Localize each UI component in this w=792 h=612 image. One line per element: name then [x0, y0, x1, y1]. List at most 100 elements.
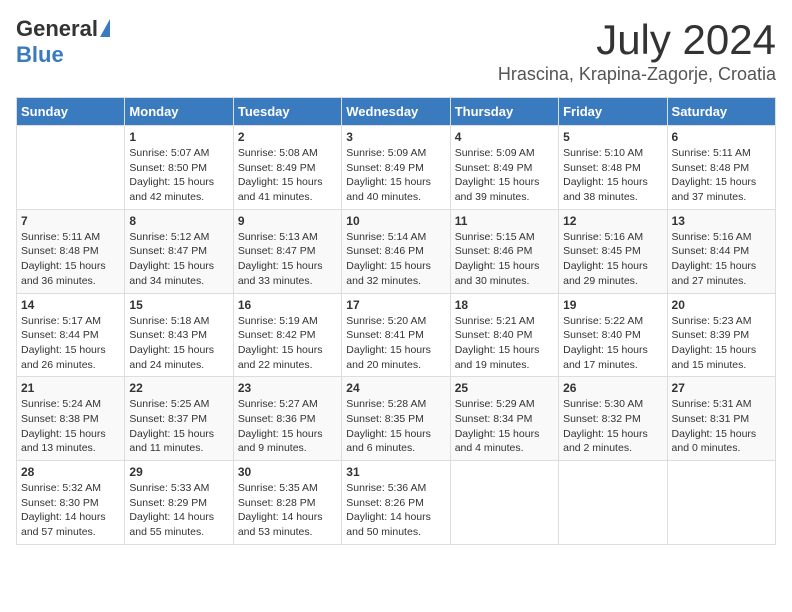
calendar-cell: 10 Sunrise: 5:14 AM Sunset: 8:46 PM Dayli…: [342, 209, 450, 293]
day-info: Sunrise: 5:09 AM Sunset: 8:49 PM Dayligh…: [346, 146, 445, 205]
day-number: 23: [238, 381, 337, 395]
calendar-cell: 9Sunrise: 5:13 AM Sunset: 8:47 PM Daylig…: [233, 209, 341, 293]
day-number: 7: [21, 214, 120, 228]
calendar-cell: 20Sunrise: 5:23 AM Sunset: 8:39 PM Dayli…: [667, 293, 775, 377]
day-number: 27: [672, 381, 771, 395]
calendar-body: 1Sunrise: 5:07 AM Sunset: 8:50 PM Daylig…: [17, 126, 776, 545]
day-number: 18: [455, 298, 554, 312]
calendar-cell: 12 Sunrise: 5:16 AM Sunset: 8:45 PM Dayli…: [559, 209, 667, 293]
calendar-cell: 3 Sunrise: 5:09 AM Sunset: 8:49 PM Daylig…: [342, 126, 450, 210]
day-info: Sunrise: 5:32 AM Sunset: 8:30 PM Dayligh…: [21, 481, 120, 540]
day-number: 1: [129, 130, 228, 144]
calendar-header-row: SundayMondayTuesdayWednesdayThursdayFrid…: [17, 98, 776, 126]
calendar-cell: 13 Sunrise: 5:16 AM Sunset: 8:44 PM Dayli…: [667, 209, 775, 293]
day-info: Sunrise: 5:13 AM Sunset: 8:47 PM Dayligh…: [238, 230, 337, 289]
day-of-week-header: Monday: [125, 98, 233, 126]
day-number: 13: [672, 214, 771, 228]
day-number: 12: [563, 214, 662, 228]
day-info: Sunrise: 5:19 AM Sunset: 8:42 PM Dayligh…: [238, 314, 337, 373]
logo-blue-text: Blue: [16, 42, 64, 68]
day-number: 20: [672, 298, 771, 312]
day-info: Sunrise: 5:09 AM Sunset: 8:49 PM Dayligh…: [455, 146, 554, 205]
logo-triangle-icon: [100, 19, 110, 37]
day-number: 26: [563, 381, 662, 395]
calendar-cell: 24 Sunrise: 5:28 AM Sunset: 8:35 PM Dayli…: [342, 377, 450, 461]
day-info: Sunrise: 5:16 AM Sunset: 8:44 PM Dayligh…: [672, 230, 771, 289]
day-info: Sunrise: 5:27 AM Sunset: 8:36 PM Dayligh…: [238, 397, 337, 456]
day-info: Sunrise: 5:21 AM Sunset: 8:40 PM Dayligh…: [455, 314, 554, 373]
day-number: 2: [238, 130, 337, 144]
day-number: 21: [21, 381, 120, 395]
day-info: Sunrise: 5:12 AM Sunset: 8:47 PM Dayligh…: [129, 230, 228, 289]
day-number: 30: [238, 465, 337, 479]
day-info: Sunrise: 5:36 AM Sunset: 8:26 PM Dayligh…: [346, 481, 445, 540]
day-info: Sunrise: 5:17 AM Sunset: 8:44 PM Dayligh…: [21, 314, 120, 373]
calendar-cell: 11Sunrise: 5:15 AM Sunset: 8:46 PM Dayli…: [450, 209, 558, 293]
day-info: Sunrise: 5:29 AM Sunset: 8:34 PM Dayligh…: [455, 397, 554, 456]
calendar-cell: [17, 126, 125, 210]
day-number: 5: [563, 130, 662, 144]
calendar-cell: 1Sunrise: 5:07 AM Sunset: 8:50 PM Daylig…: [125, 126, 233, 210]
calendar-cell: 23 Sunrise: 5:27 AM Sunset: 8:36 PM Dayli…: [233, 377, 341, 461]
calendar-cell: [450, 461, 558, 545]
day-info: Sunrise: 5:14 AM Sunset: 8:46 PM Dayligh…: [346, 230, 445, 289]
day-number: 22: [129, 381, 228, 395]
calendar-cell: 22 Sunrise: 5:25 AM Sunset: 8:37 PM Dayli…: [125, 377, 233, 461]
calendar-cell: 17 Sunrise: 5:20 AM Sunset: 8:41 PM Dayli…: [342, 293, 450, 377]
month-title: July 2024: [498, 16, 776, 64]
day-info: Sunrise: 5:25 AM Sunset: 8:37 PM Dayligh…: [129, 397, 228, 456]
title-block: July 2024 Hrascina, Krapina-Zagorje, Cro…: [498, 16, 776, 85]
day-number: 17: [346, 298, 445, 312]
calendar-cell: 6 Sunrise: 5:11 AM Sunset: 8:48 PM Daylig…: [667, 126, 775, 210]
location-text: Hrascina, Krapina-Zagorje, Croatia: [498, 64, 776, 85]
day-info: Sunrise: 5:33 AM Sunset: 8:29 PM Dayligh…: [129, 481, 228, 540]
day-of-week-header: Tuesday: [233, 98, 341, 126]
day-number: 16: [238, 298, 337, 312]
calendar-week-row: 21Sunrise: 5:24 AM Sunset: 8:38 PM Dayli…: [17, 377, 776, 461]
calendar-cell: 27Sunrise: 5:31 AM Sunset: 8:31 PM Dayli…: [667, 377, 775, 461]
day-info: Sunrise: 5:30 AM Sunset: 8:32 PM Dayligh…: [563, 397, 662, 456]
day-info: Sunrise: 5:16 AM Sunset: 8:45 PM Dayligh…: [563, 230, 662, 289]
day-info: Sunrise: 5:20 AM Sunset: 8:41 PM Dayligh…: [346, 314, 445, 373]
calendar-cell: 29 Sunrise: 5:33 AM Sunset: 8:29 PM Dayli…: [125, 461, 233, 545]
day-number: 8: [129, 214, 228, 228]
day-number: 31: [346, 465, 445, 479]
logo: General Blue: [16, 16, 110, 68]
calendar-cell: 7 Sunrise: 5:11 AM Sunset: 8:48 PM Daylig…: [17, 209, 125, 293]
day-of-week-header: Wednesday: [342, 98, 450, 126]
calendar-cell: 2Sunrise: 5:08 AM Sunset: 8:49 PM Daylig…: [233, 126, 341, 210]
day-number: 6: [672, 130, 771, 144]
calendar-cell: 31 Sunrise: 5:36 AM Sunset: 8:26 PM Dayli…: [342, 461, 450, 545]
calendar-week-row: 1Sunrise: 5:07 AM Sunset: 8:50 PM Daylig…: [17, 126, 776, 210]
day-number: 25: [455, 381, 554, 395]
logo-general-text: General: [16, 16, 98, 42]
calendar-cell: 18 Sunrise: 5:21 AM Sunset: 8:40 PM Dayli…: [450, 293, 558, 377]
calendar-cell: 5Sunrise: 5:10 AM Sunset: 8:48 PM Daylig…: [559, 126, 667, 210]
day-number: 14: [21, 298, 120, 312]
calendar-table: SundayMondayTuesdayWednesdayThursdayFrid…: [16, 97, 776, 545]
day-number: 24: [346, 381, 445, 395]
day-number: 19: [563, 298, 662, 312]
calendar-cell: 14 Sunrise: 5:17 AM Sunset: 8:44 PM Dayli…: [17, 293, 125, 377]
calendar-cell: 30Sunrise: 5:35 AM Sunset: 8:28 PM Dayli…: [233, 461, 341, 545]
day-info: Sunrise: 5:11 AM Sunset: 8:48 PM Dayligh…: [21, 230, 120, 289]
calendar-cell: 25 Sunrise: 5:29 AM Sunset: 8:34 PM Dayli…: [450, 377, 558, 461]
day-number: 10: [346, 214, 445, 228]
calendar-week-row: 14 Sunrise: 5:17 AM Sunset: 8:44 PM Dayli…: [17, 293, 776, 377]
day-of-week-header: Friday: [559, 98, 667, 126]
day-of-week-header: Saturday: [667, 98, 775, 126]
calendar-cell: [667, 461, 775, 545]
day-number: 28: [21, 465, 120, 479]
day-info: Sunrise: 5:22 AM Sunset: 8:40 PM Dayligh…: [563, 314, 662, 373]
day-info: Sunrise: 5:28 AM Sunset: 8:35 PM Dayligh…: [346, 397, 445, 456]
day-number: 29: [129, 465, 228, 479]
day-number: 3: [346, 130, 445, 144]
calendar-cell: [559, 461, 667, 545]
page-header: General Blue July 2024 Hrascina, Krapina…: [16, 16, 776, 85]
calendar-week-row: 7 Sunrise: 5:11 AM Sunset: 8:48 PM Daylig…: [17, 209, 776, 293]
calendar-cell: 4 Sunrise: 5:09 AM Sunset: 8:49 PM Daylig…: [450, 126, 558, 210]
day-number: 4: [455, 130, 554, 144]
calendar-cell: 28 Sunrise: 5:32 AM Sunset: 8:30 PM Dayli…: [17, 461, 125, 545]
day-info: Sunrise: 5:11 AM Sunset: 8:48 PM Dayligh…: [672, 146, 771, 205]
calendar-cell: 26 Sunrise: 5:30 AM Sunset: 8:32 PM Dayli…: [559, 377, 667, 461]
